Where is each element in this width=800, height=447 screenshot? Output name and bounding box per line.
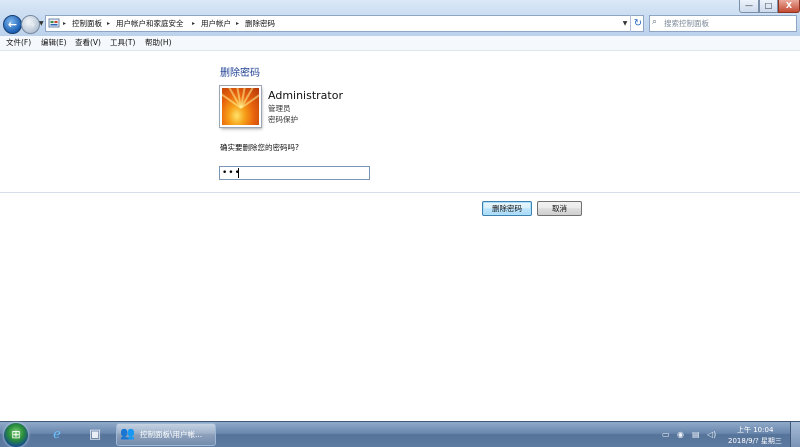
breadcrumb-user-accounts[interactable]: 用户帐户 — [201, 16, 231, 31]
confirm-question: 确实要删除您的密码吗? — [220, 143, 299, 152]
remove-password-button[interactable]: 删除密码 — [482, 201, 532, 216]
back-arrow-icon: ← — [7, 18, 18, 31]
search-icon: ⌕ — [652, 17, 658, 27]
breadcrumb-separator[interactable]: ▸ — [63, 16, 66, 31]
start-button[interactable]: ⊞ — [4, 423, 28, 447]
menu-file[interactable]: 文件(F) — [6, 36, 31, 50]
minimize-button[interactable]: — — [739, 0, 759, 13]
recent-pages-dropdown[interactable]: ▼ — [39, 20, 44, 27]
user-name: Administrator — [268, 89, 343, 102]
text-caret — [238, 168, 239, 178]
maximize-button[interactable]: □ — [759, 0, 778, 13]
search-box[interactable]: ⌕ 搜索控制面板 — [649, 15, 797, 32]
computer-management-icon[interactable]: ▣ — [84, 425, 106, 445]
user-role: 管理员 — [268, 104, 291, 113]
show-desktop-button[interactable] — [790, 422, 800, 447]
cancel-button[interactable]: 取消 — [537, 201, 582, 216]
menu-view[interactable]: 查看(V) — [75, 36, 101, 50]
breadcrumb-separator[interactable]: ▸ — [107, 16, 110, 31]
breadcrumb-user-accounts-family-safety[interactable]: 用户帐户和家庭安全 — [116, 16, 184, 31]
user-flower-picture-icon — [220, 86, 261, 127]
refresh-icon[interactable]: ↻ — [630, 15, 645, 32]
action-center-icon[interactable]: ▭ — [662, 430, 670, 439]
taskbar-item-control-panel[interactable]: 👥 控制面板\用户帐... — [116, 423, 216, 446]
internet-explorer-icon[interactable]: ℯ — [46, 425, 68, 445]
breadcrumb-separator[interactable]: ▸ — [192, 16, 195, 31]
forward-button[interactable]: → — [21, 15, 40, 34]
menu-bar: 文件(F) 编辑(E) 查看(V) 工具(T) 帮助(H) — [0, 36, 800, 51]
divider — [0, 192, 800, 193]
control-panel-icon — [48, 18, 60, 28]
network-icon[interactable]: ▤ — [692, 430, 700, 439]
breadcrumb-separator[interactable]: ▸ — [236, 16, 239, 31]
taskbar-item-label: 控制面板\用户帐... — [140, 430, 203, 439]
content-pane: 删除密码 Administrator 管理员 密码保护 确实要删除您的密码吗? … — [0, 51, 800, 421]
menu-edit[interactable]: 编辑(E) — [41, 36, 67, 50]
address-dropdown-icon[interactable]: ▼ — [620, 15, 630, 32]
tray-app-icon[interactable]: ◉ — [677, 430, 684, 439]
user-password-status: 密码保护 — [268, 115, 298, 124]
password-field[interactable] — [219, 166, 370, 180]
window-title-bar: — □ X ← → ▼ ▸ 控制面板 ▸ 用户帐户和家庭安全 ▸ 用户帐户 ▸ … — [0, 0, 800, 36]
page-title: 删除密码 — [220, 68, 260, 79]
search-placeholder: 搜索控制面板 — [664, 19, 709, 28]
back-button[interactable]: ← — [3, 15, 22, 34]
address-bar[interactable]: ▸ 控制面板 ▸ 用户帐户和家庭安全 ▸ 用户帐户 ▸ 删除密码 — [45, 15, 644, 32]
forward-arrow-icon: → — [25, 18, 36, 31]
clock-time[interactable]: 上午 10:04 — [737, 425, 773, 435]
close-button[interactable]: X — [778, 0, 800, 13]
taskbar: ⊞ ℯ ▣ 👥 控制面板\用户帐... ▭ ◉ ▤ ◁) 上午 10:04 20… — [0, 421, 800, 447]
breadcrumb-remove-password[interactable]: 删除密码 — [245, 16, 275, 31]
clock-date[interactable]: 2018/9/? 星期三 — [728, 436, 782, 446]
menu-tools[interactable]: 工具(T) — [110, 36, 135, 50]
windows-logo-icon: ⊞ — [11, 428, 21, 441]
volume-icon[interactable]: ◁) — [707, 430, 716, 439]
users-icon: 👥 — [120, 426, 135, 440]
breadcrumb-control-panel[interactable]: 控制面板 — [72, 16, 102, 31]
menu-help[interactable]: 帮助(H) — [145, 36, 172, 50]
